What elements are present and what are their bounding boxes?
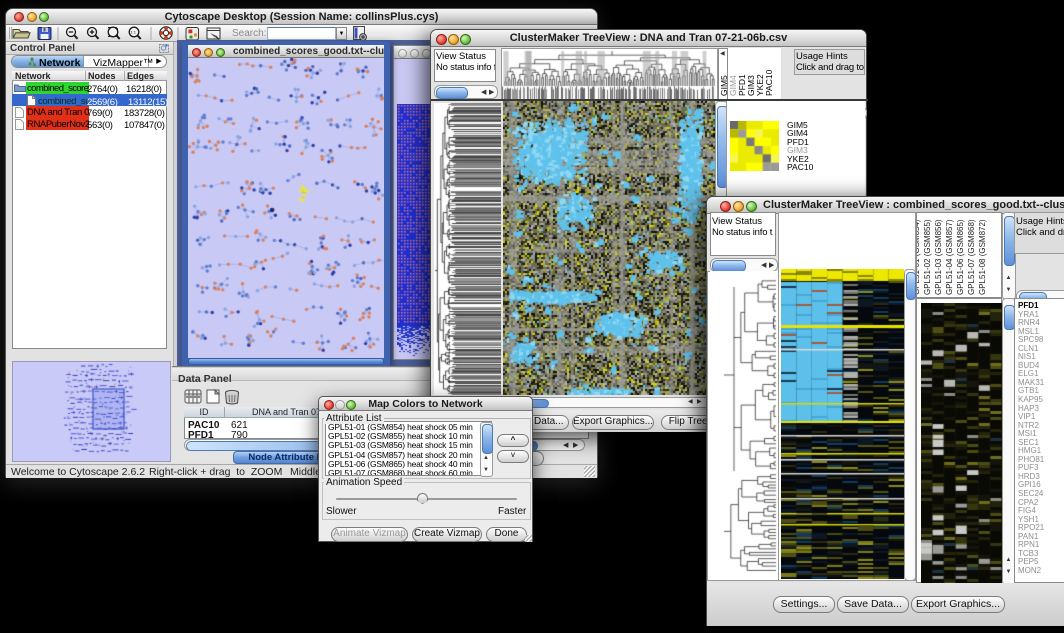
svg-text:1:1: 1:1 <box>130 30 136 35</box>
